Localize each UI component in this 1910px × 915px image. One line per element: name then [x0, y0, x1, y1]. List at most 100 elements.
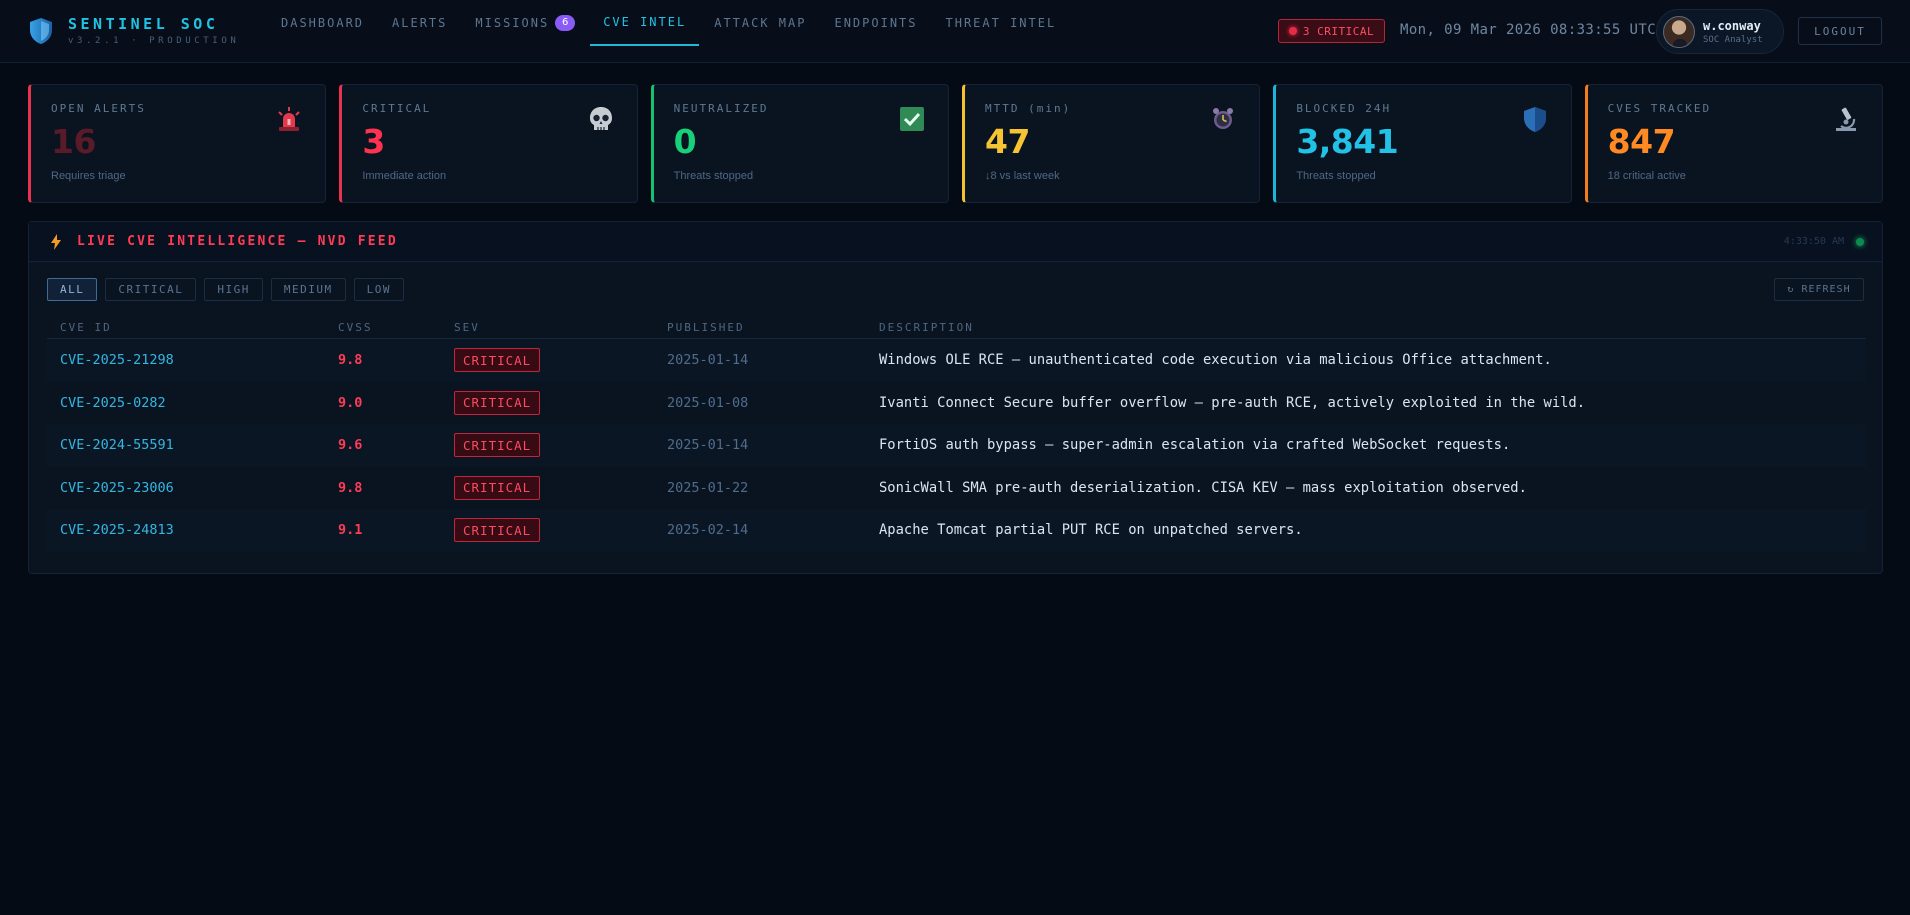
nav-cve-intel-label: CVE INTEL	[603, 15, 687, 29]
nav-dashboard-label: DASHBOARD	[281, 16, 365, 30]
siren-icon	[278, 107, 301, 131]
user-menu[interactable]: w.conway SOC Analyst	[1656, 9, 1784, 54]
filter-low[interactable]: LOW	[353, 278, 404, 301]
column-header-cve-id[interactable]: CVE ID	[60, 321, 112, 334]
stat-label: CRITICAL	[362, 102, 432, 115]
cve-id-link[interactable]: CVE-2025-0282	[60, 395, 166, 411]
table-row[interactable]: CVE-2025-24813 9.1 CRITICAL 2025-02-14 A…	[47, 509, 1866, 552]
published-date: 2025-01-14	[667, 352, 749, 368]
severity-badge: CRITICAL	[454, 348, 541, 372]
stat-card-cves-tracked[interactable]: CVES TRACKED 847 18 critical active	[1584, 84, 1883, 203]
table-row[interactable]: CVE-2025-0282 9.0 CRITICAL 2025-01-08 Iv…	[47, 382, 1866, 425]
published-date: 2025-02-14	[667, 522, 749, 538]
filter-all[interactable]: ALL	[47, 278, 98, 301]
stat-subtext: ↓8 vs last week	[984, 170, 1060, 182]
nav-threat-intel[interactable]: THREAT INTEL	[933, 0, 1070, 46]
nav-attack-map-label: ATTACK MAP	[714, 16, 807, 30]
nav-threat-intel-label: THREAT INTEL	[945, 16, 1057, 30]
published-date: 2025-01-22	[667, 479, 749, 496]
published-date: 2025-01-08	[667, 394, 749, 411]
published-date: 2025-01-14	[667, 437, 749, 453]
stat-subtext: Requires triage	[51, 170, 126, 182]
brand-version: v3.2.1 · PRODUCTION	[68, 36, 240, 46]
stat-card-critical[interactable]: CRITICAL 3 Immediate action	[339, 84, 638, 203]
severity-badge: CRITICAL	[454, 518, 541, 542]
cvss-score: 9.1	[338, 522, 363, 538]
cve-description: Ivanti Connect Secure buffer overflow — …	[879, 394, 1586, 411]
table-row[interactable]: CVE-2025-23006 9.8 CRITICAL 2025-01-22 S…	[47, 467, 1866, 510]
check-box-icon	[899, 107, 924, 131]
nav-missions[interactable]: MISSIONS 6	[462, 0, 588, 46]
stat-label: NEUTRALIZED	[673, 102, 769, 115]
cve-id-link[interactable]: CVE-2024-55591	[60, 437, 174, 453]
stat-card-mttd[interactable]: MTTD (min) 47 ↓8 vs last week	[961, 84, 1261, 203]
last-updated-time: 4:33:50 AM	[1783, 236, 1844, 247]
nav-missions-label: MISSIONS	[475, 16, 550, 30]
severity-badge: CRITICAL	[454, 475, 541, 500]
table-row[interactable]: CVE-2024-55591 9.6 CRITICAL 2025-01-14 F…	[47, 424, 1866, 467]
nav-alerts[interactable]: ALERTS	[379, 0, 460, 46]
panel-title: LIVE CVE INTELLIGENCE — NVD FEED	[77, 234, 398, 249]
lightning-icon	[51, 234, 61, 250]
top-bar: SENTINEL SOC v3.2.1 · PRODUCTION DASHBOA…	[0, 0, 1910, 63]
stat-value: 0	[673, 122, 697, 161]
user-name: w.conway	[1703, 18, 1761, 33]
user-role: SOC Analyst	[1703, 34, 1763, 45]
stat-label: OPEN ALERTS	[51, 102, 146, 115]
cvss-score: 9.0	[338, 394, 363, 411]
cve-intel-panel: LIVE CVE INTELLIGENCE — NVD FEED 4:33:50…	[28, 221, 1883, 574]
shield-icon	[1523, 107, 1546, 132]
brand[interactable]: SENTINEL SOC v3.2.1 · PRODUCTION	[28, 15, 239, 46]
cve-id-link[interactable]: CVE-2025-24813	[60, 522, 174, 538]
alarm-clock-icon	[1213, 108, 1234, 129]
table-header: CVE ID CVSS SEV PUBLISHED DESCRIPTION	[47, 319, 1866, 339]
column-header-severity[interactable]: SEV	[454, 321, 480, 334]
stat-card-blocked[interactable]: BLOCKED 24H 3,841 Threats stopped	[1273, 84, 1572, 203]
nav-dashboard[interactable]: DASHBOARD	[268, 0, 377, 46]
stat-cards: OPEN ALERTS 16 Requires triage CRITICAL …	[28, 84, 1883, 203]
stat-label: BLOCKED 24H	[1296, 102, 1392, 115]
missions-count-badge: 6	[555, 15, 576, 31]
table-body: CVE-2025-21298 9.8 CRITICAL 2025-01-14 W…	[47, 339, 1866, 552]
cve-description: Apache Tomcat partial PUT RCE on unpatch…	[879, 522, 1303, 538]
filter-critical[interactable]: CRITICAL	[105, 278, 197, 301]
shield-logo-icon	[30, 17, 52, 44]
live-status-icon	[1856, 238, 1864, 246]
stat-subtext: Threats stopped	[1296, 170, 1376, 182]
nav-endpoints-label: ENDPOINTS	[834, 16, 918, 30]
stat-card-open-alerts[interactable]: OPEN ALERTS 16 Requires triage	[28, 84, 327, 203]
logout-button[interactable]: LOGOUT	[1798, 17, 1882, 45]
utc-clock: Mon, 09 Mar 2026 08:33:55 UTC	[1400, 22, 1657, 38]
cve-id-link[interactable]: CVE-2025-21298	[60, 352, 174, 368]
stat-subtext: 18 critical active	[1607, 170, 1686, 182]
severity-badge: CRITICAL	[454, 390, 541, 415]
cvss-score: 9.6	[338, 437, 363, 453]
nav-endpoints[interactable]: ENDPOINTS	[821, 0, 930, 46]
cve-id-link[interactable]: CVE-2025-23006	[60, 480, 174, 496]
column-header-published[interactable]: PUBLISHED	[667, 321, 745, 334]
stat-card-neutralized[interactable]: NEUTRALIZED 0 Threats stopped	[650, 84, 949, 203]
refresh-button[interactable]: ↻ REFRESH	[1774, 278, 1864, 301]
stat-value: 847	[1607, 122, 1676, 161]
main-nav: DASHBOARD ALERTS MISSIONS 6 CVE INTEL ATT…	[268, 0, 1071, 63]
brand-title: SENTINEL SOC	[68, 15, 219, 33]
nav-cve-intel[interactable]: CVE INTEL	[590, 0, 700, 46]
column-header-cvss[interactable]: CVSS	[338, 321, 373, 334]
column-header-description[interactable]: DESCRIPTION	[879, 321, 974, 334]
critical-count-pill[interactable]: 3 CRITICAL	[1278, 19, 1385, 43]
table-row[interactable]: CVE-2025-21298 9.8 CRITICAL 2025-01-14 W…	[47, 339, 1866, 382]
microscope-icon	[1835, 107, 1856, 131]
critical-count-label: 3 CRITICAL	[1302, 24, 1375, 38]
filter-high[interactable]: HIGH	[204, 278, 263, 301]
critical-dot-icon	[1288, 27, 1297, 35]
stat-subtext: Threats stopped	[673, 170, 754, 182]
stat-value: 16	[51, 122, 96, 161]
cve-description: Windows OLE RCE — unauthenticated code e…	[879, 352, 1552, 368]
cvss-score: 9.8	[338, 352, 363, 368]
nav-attack-map[interactable]: ATTACK MAP	[701, 0, 819, 46]
severity-filters: ALL CRITICAL HIGH MEDIUM LOW	[47, 278, 404, 301]
panel-header: LIVE CVE INTELLIGENCE — NVD FEED 4:33:50…	[29, 222, 1882, 262]
cve-table: CVE ID CVSS SEV PUBLISHED DESCRIPTION CV…	[47, 319, 1866, 552]
skull-icon	[589, 107, 612, 130]
filter-medium[interactable]: MEDIUM	[270, 278, 346, 301]
